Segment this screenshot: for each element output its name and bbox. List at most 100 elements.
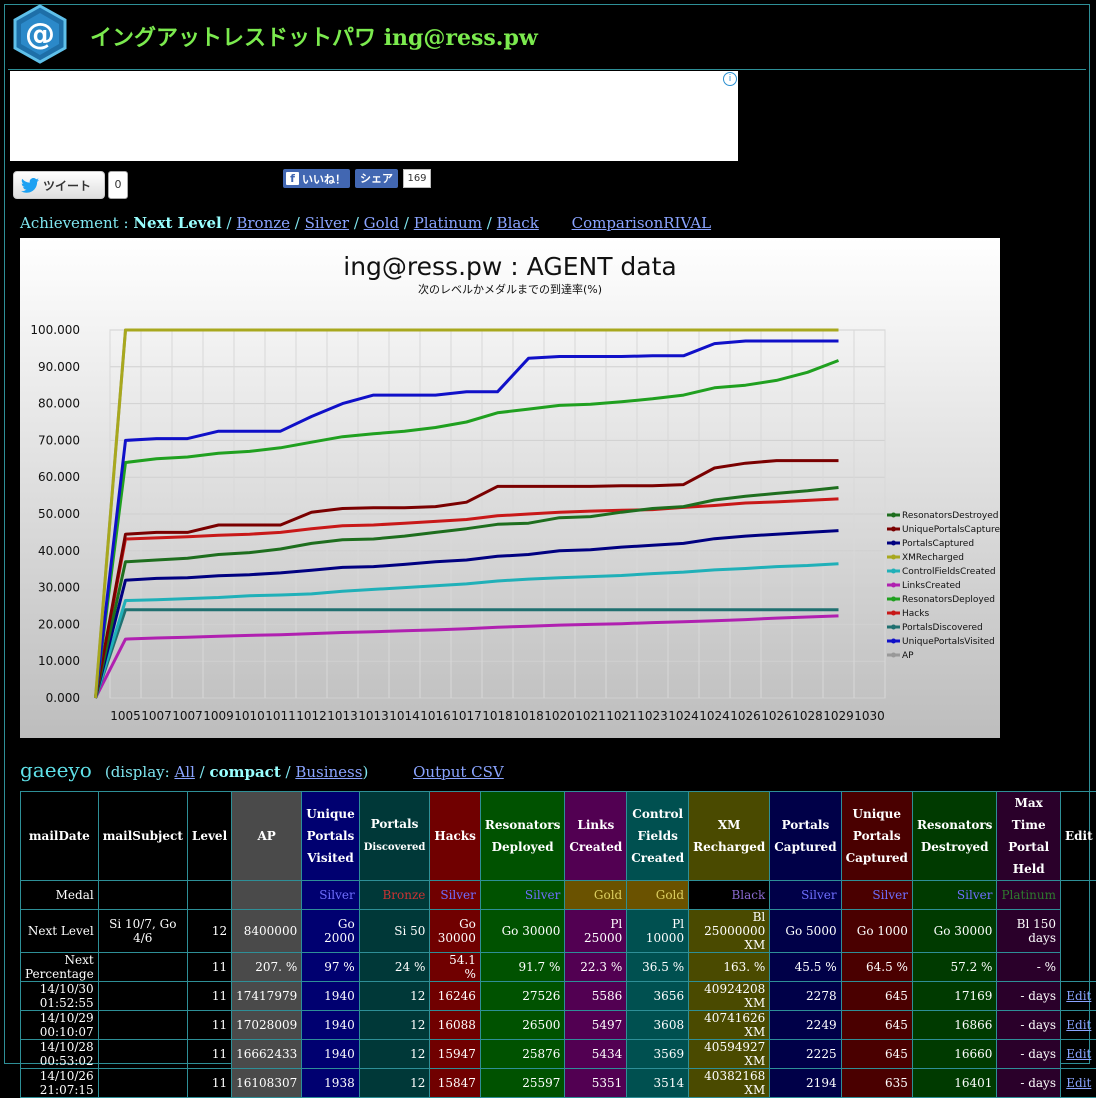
next-pct-label: Next Percentage [21,953,99,982]
cell-cf: 3569 [627,1040,689,1069]
next-level-row: Next Level Si 10/7, Go 4/6 12 8400000 Go… [21,910,1096,953]
cell-date: 14/10/26 21:07:15 [21,1069,99,1098]
cell-upv: 1940 [302,982,360,1011]
col-header-level[interactable]: Level [187,792,231,881]
cell-upc: 645 [841,1040,912,1069]
x-tick-label: 1029 [823,709,854,723]
next-level-level: 12 [187,910,231,953]
edit-link[interactable]: Edit [1066,1018,1091,1032]
cell-lc: 5434 [565,1040,627,1069]
x-tick-label: 1021 [606,709,637,723]
cell-upc: 645 [841,1011,912,1040]
col-header-max-time-portal-held[interactable]: Max TimePortalHeld [997,792,1061,881]
display-all-link[interactable]: All [174,763,194,781]
x-tick-label: 1016 [420,709,451,723]
cell-pd: 12 [359,1069,430,1098]
cell-rds: 16401 [912,1069,997,1098]
display-options: (display: All / compact / Business) [105,763,373,781]
legend-label[interactable]: ResonatorsDeployed [902,595,995,605]
edit-link[interactable]: Edit [1066,1047,1091,1061]
col-header-edit: Edit [1061,792,1096,881]
legend-marker [891,569,896,574]
legend-label[interactable]: AP [902,651,914,661]
medal-pd: Bronze [359,881,430,910]
col-header-xm-recharged[interactable]: XMRecharged [689,792,770,881]
col-header-ap[interactable]: AP [232,792,302,881]
col-header-resonators-destroyed[interactable]: ResonatorsDestroyed [912,792,997,881]
table-row: 14/10/29 00:10:0711170280091940121608826… [21,1011,1096,1040]
legend-label[interactable]: UniquePortalsCaptured [902,525,1000,535]
cell-ap: 17028009 [232,1011,302,1040]
cell-cf: 3656 [627,982,689,1011]
output-csv-link[interactable]: Output CSV [413,763,504,781]
next-level-pd: Si 50 [359,910,430,953]
legend-label[interactable]: LinksCreated [902,581,961,591]
next-level-cf: Pl 10000 [627,910,689,953]
col-header-portals-discovered[interactable]: PortalsDiscovered [359,792,430,881]
cell-xm: 40382168 XM [689,1069,770,1098]
cell-level: 11 [187,1040,231,1069]
y-tick-label: 0.000 [46,691,80,705]
facebook-share-button[interactable]: シェア [355,169,398,188]
legend-label[interactable]: UniquePortalsVisited [902,637,995,647]
legend-label[interactable]: XMRecharged [902,553,964,563]
legend-label[interactable]: ResonatorsDestroyed [902,511,999,521]
achievement-link-gold[interactable]: Gold [364,214,399,232]
achievement-link-silver[interactable]: Silver [305,214,349,232]
col-header-hacks[interactable]: Hacks [430,792,481,881]
cell-rds: 17169 [912,982,997,1011]
col-header-maildate[interactable]: mailDate [21,792,99,881]
tweet-button[interactable]: ツイート [13,171,105,199]
site-title[interactable]: イングアットレスドットパワ ing@ress.pw [90,20,538,52]
next-level-label: Next Level [21,910,99,953]
achievement-link-black[interactable]: Black [497,214,539,232]
cell-hacks: 16246 [430,982,481,1011]
col-header-control-fields-created[interactable]: ControlFieldsCreated [627,792,689,881]
achievement-link-platinum[interactable]: Platinum [414,214,482,232]
edit-link[interactable]: Edit [1066,1076,1091,1090]
col-header-links-created[interactable]: LinksCreated [565,792,627,881]
next-pct-lc: 22.3 % [565,953,627,982]
ad-info-icon[interactable]: i [723,72,737,86]
col-header-unique-portals-visited[interactable]: UniquePortalsVisited [302,792,360,881]
legend-label[interactable]: PortalsCaptured [902,539,974,549]
display-business-link[interactable]: Business [295,763,362,781]
cell-rd: 25597 [480,1069,565,1098]
cell-mt: - days [997,1011,1061,1040]
cell-mt: - days [997,1040,1061,1069]
ad-banner[interactable]: i [10,71,738,161]
next-level-lc: Pl 25000 [565,910,627,953]
site-logo-icon[interactable]: @ [12,4,68,64]
comparison-rival-link[interactable]: ComparisonRIVAL [572,214,711,232]
legend-label[interactable]: Hacks [902,609,929,619]
cell-hacks: 15947 [430,1040,481,1069]
site-title-kana: イングアットレスドットパワ [90,26,376,51]
col-header-unique-portals-captured[interactable]: UniquePortalsCaptured [841,792,912,881]
legend-marker [891,639,896,644]
x-tick-label: 1023 [637,709,668,723]
legend-label[interactable]: PortalsDiscovered [902,623,983,633]
legend-label[interactable]: ControlFieldsCreated [902,567,996,577]
achievement-prefix: Achievement : [20,214,133,232]
cell-rd: 25876 [480,1040,565,1069]
table-row: 14/10/30 01:52:5511174179791940121624627… [21,982,1096,1011]
cell-rds: 16660 [912,1040,997,1069]
medal-rd: Silver [480,881,565,910]
display-compact: compact [209,763,280,781]
facebook-like-button[interactable]: f いいね！ [283,169,350,188]
col-header-mailsubject[interactable]: mailSubject [98,792,187,881]
header-divider [8,69,1086,70]
col-header-resonators-deployed[interactable]: ResonatorsDeployed [480,792,565,881]
display-suffix: ) [362,763,368,781]
legend-marker [891,611,896,616]
achievement-link-bronze[interactable]: Bronze [236,214,290,232]
medal-upc: Silver [841,881,912,910]
edit-link[interactable]: Edit [1066,989,1091,1003]
x-tick-label: 1028 [792,709,823,723]
cell-date: 14/10/29 00:10:07 [21,1011,99,1040]
next-pct-ap: 207. % [232,953,302,982]
col-header-portals-captured[interactable]: PortalsCaptured [770,792,841,881]
cell-date: 14/10/30 01:52:55 [21,982,99,1011]
cell-lc: 5351 [565,1069,627,1098]
cell-upc: 635 [841,1069,912,1098]
